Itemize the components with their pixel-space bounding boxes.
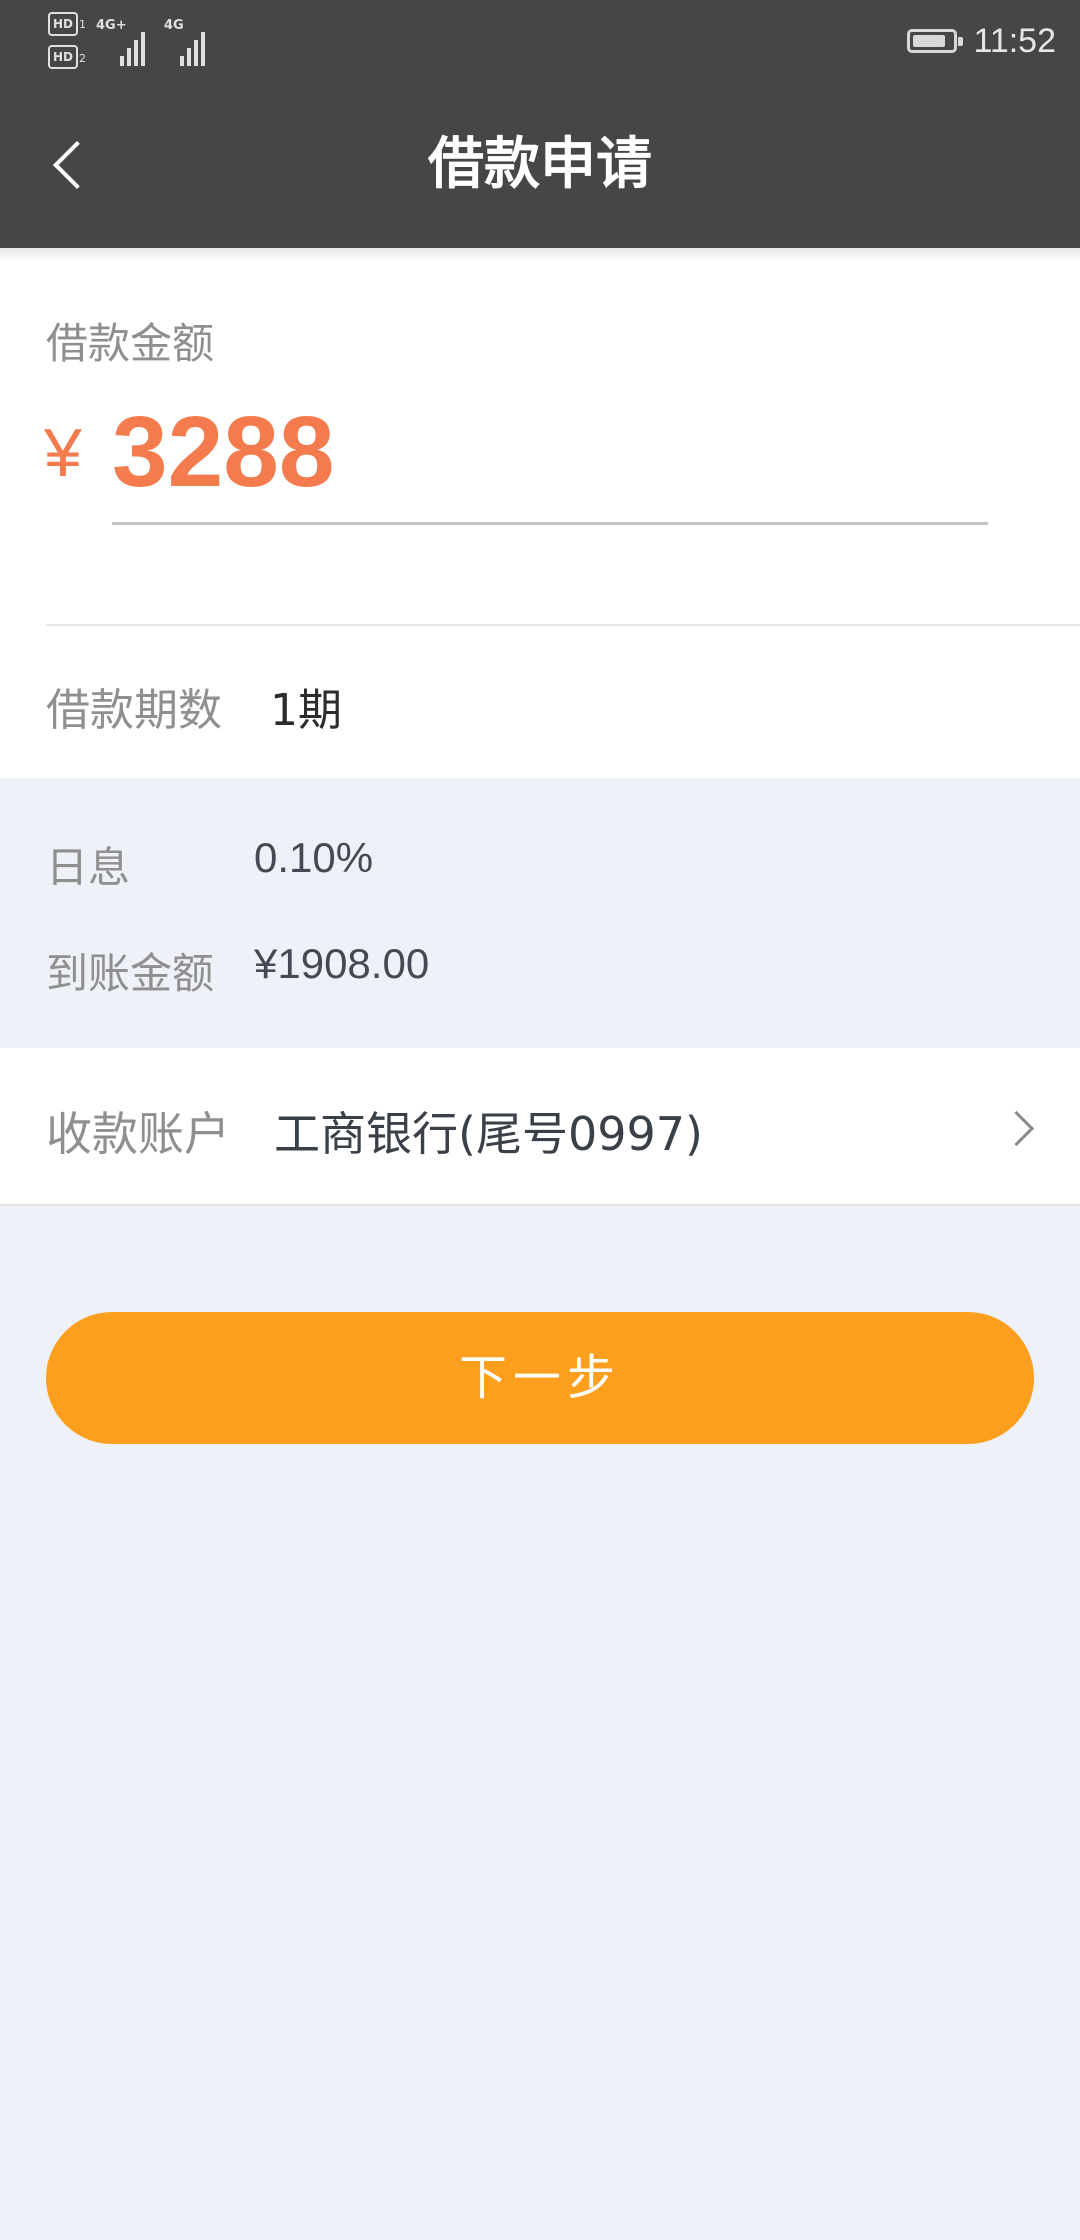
- loan-amount-card: 借款金额 ¥ 3288 借款期数 1期: [0, 262, 1080, 778]
- daily-rate-label: 日息: [46, 843, 131, 892]
- daily-rate-value: 0.10%: [254, 834, 374, 881]
- status-clock: 11:52: [973, 21, 1056, 60]
- term-value[interactable]: 1期: [270, 674, 342, 738]
- hd-badge-sim2: HD: [48, 45, 78, 69]
- sim1-index: 1: [79, 18, 86, 31]
- arrival-amount-value: ¥1908.00: [254, 940, 430, 987]
- page-title: 借款申请: [428, 132, 652, 197]
- status-bar: HD 1 HD 2 4G+ 4G 11:52: [0, 0, 1080, 82]
- sim2-index: 2: [79, 52, 86, 65]
- account-value: 工商银行(尾号0997): [274, 1107, 703, 1161]
- next-step-button[interactable]: 下一步: [46, 1312, 1034, 1444]
- amount-label: 借款金额: [46, 319, 215, 368]
- amount-underline: [112, 522, 988, 525]
- term-label: 借款期数: [46, 685, 222, 736]
- divider: [46, 624, 1080, 626]
- arrival-amount-label: 到账金额: [46, 949, 215, 998]
- battery-level: [913, 35, 946, 47]
- signal-bars-sim2-icon: [180, 24, 205, 66]
- loan-info-section: 日息 0.10% 到账金额 ¥1908.00: [0, 778, 1080, 1048]
- status-right: 11:52: [907, 0, 1056, 82]
- title-bar: 借款申请: [0, 82, 1080, 248]
- hd-badge-sim1: HD: [48, 12, 78, 36]
- signal-bars-sim1-icon: [120, 24, 145, 66]
- loan-amount-input[interactable]: 3288: [112, 392, 334, 512]
- chevron-right-icon: [1000, 1106, 1040, 1146]
- account-label: 收款账户: [46, 1107, 230, 1161]
- receiving-account-row[interactable]: 收款账户 工商银行(尾号0997): [0, 1048, 1080, 1206]
- battery-icon: [907, 29, 964, 53]
- currency-symbol: ¥: [44, 415, 82, 491]
- title-bar-shadow: [0, 248, 1080, 262]
